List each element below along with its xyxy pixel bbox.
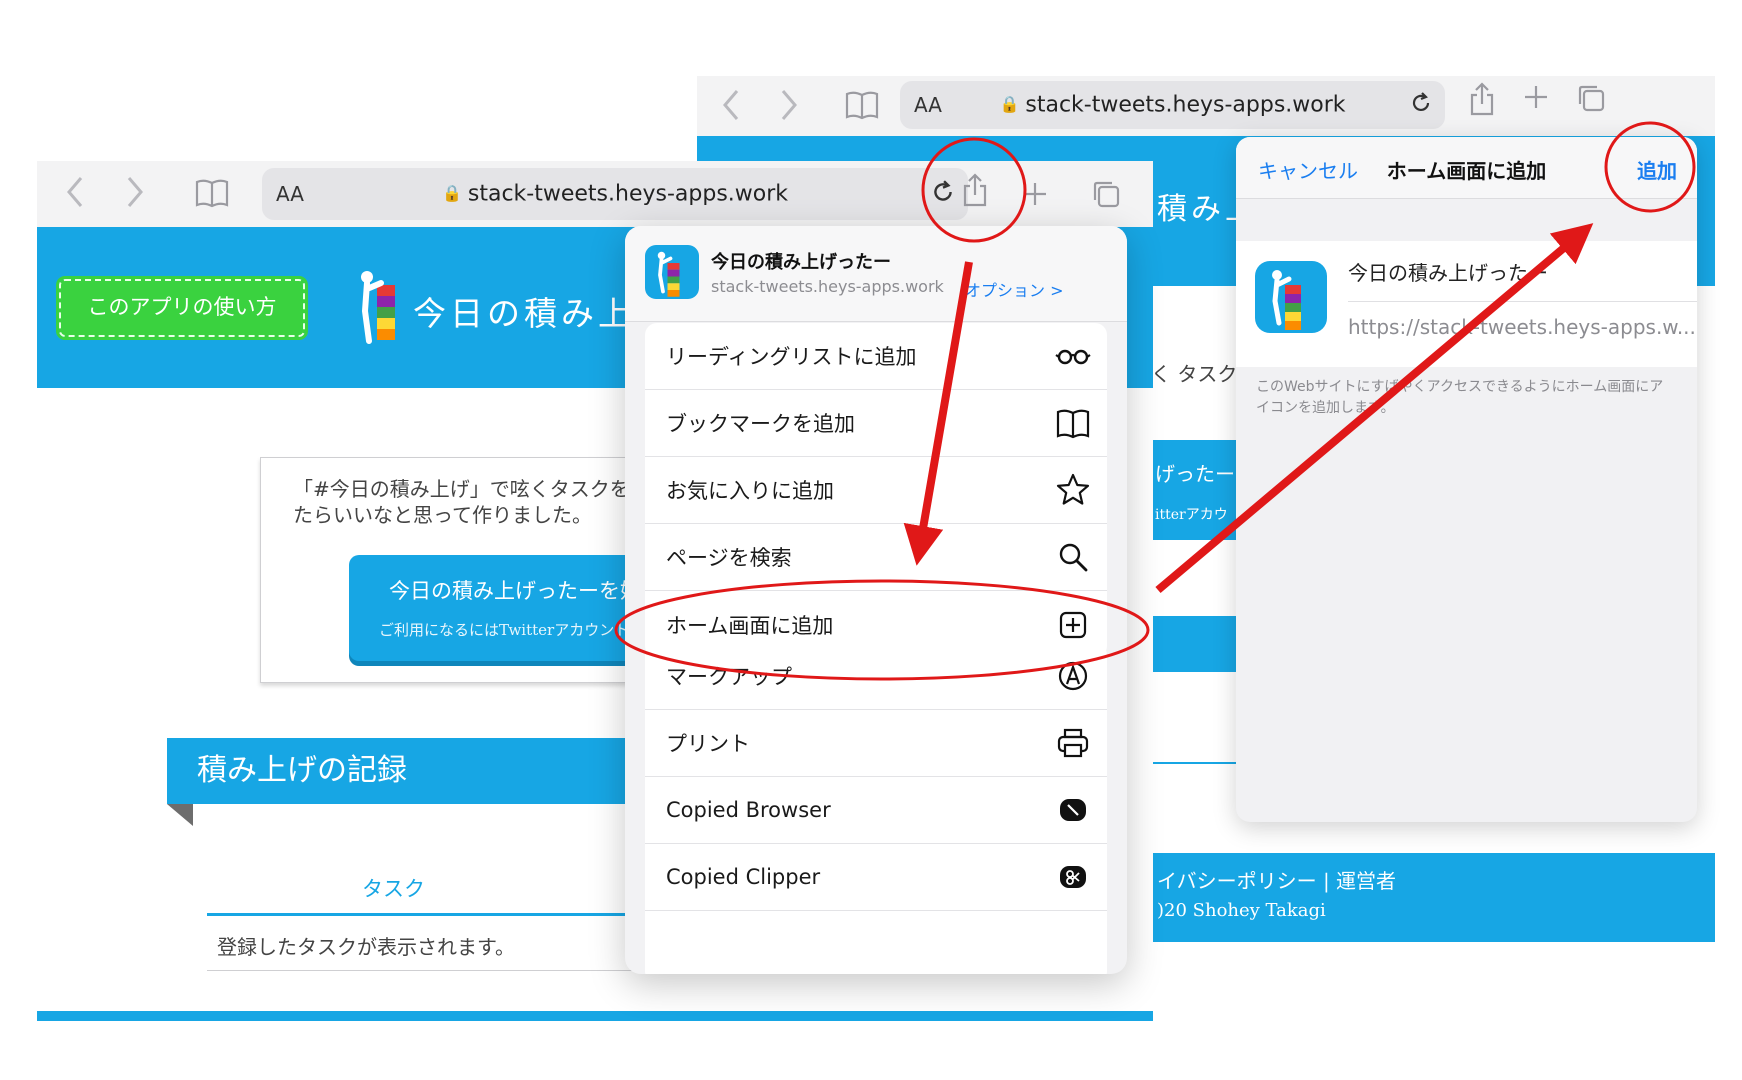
back-arrow-icon[interactable]: [721, 88, 741, 122]
markup-action[interactable]: マークアップ: [645, 643, 1107, 710]
reload-icon[interactable]: [1409, 91, 1433, 119]
back-arrow-icon[interactable]: [65, 175, 85, 209]
action-label: Copied Browser: [666, 798, 831, 822]
print-action[interactable]: プリント: [645, 710, 1107, 777]
back-section-fragment: [1151, 616, 1237, 672]
options-link[interactable]: オプション >: [965, 277, 1064, 301]
new-tab-plus-icon[interactable]: [1022, 181, 1048, 207]
front-toolbar: AA 🔒 stack-tweets.heys-apps.work: [37, 161, 1153, 227]
card-divider: [1348, 301, 1697, 302]
table-empty-message: 登録したタスクが表示されます。: [217, 935, 515, 959]
find-on-page-action[interactable]: ページを検索: [645, 524, 1107, 591]
footer-copyright: )20 Shohey Takagi: [1157, 900, 1326, 921]
search-icon: [1055, 539, 1091, 575]
more-action-partial[interactable]: [645, 911, 1107, 974]
add-to-home-dialog: キャンセル ホーム画面に追加 追加 今日の積み上げったー https://sta…: [1236, 137, 1697, 822]
action-label: マークアップ: [666, 665, 792, 689]
app-icon: [645, 245, 699, 299]
star-icon: [1055, 472, 1091, 508]
front-url-text: stack-tweets.heys-apps.work: [467, 181, 789, 207]
share-actions-group-1: リーディングリストに追加 ブックマークを追加 お気に入りに追加 ページを検索 ホ…: [645, 323, 1107, 658]
dialog-title: ホーム画面に追加: [1386, 159, 1547, 183]
action-label: ホーム画面に追加: [666, 613, 834, 638]
share-sheet-header: 今日の積み上げったー stack-tweets.heys-apps.work オ…: [625, 226, 1127, 322]
book-icon: [1055, 405, 1091, 441]
back-table-line: [1151, 762, 1237, 764]
app-name-field[interactable]: 今日の積み上げったー: [1348, 257, 1548, 286]
back-url-text: stack-tweets.heys-apps.work: [1025, 92, 1346, 118]
back-intro-fragment: く タスク: [1151, 362, 1238, 386]
forward-arrow-icon[interactable]: [779, 88, 799, 122]
records-section-title: 積み上げの記録: [167, 738, 687, 804]
lock-icon: 🔒: [999, 94, 1020, 114]
back-cta-fragment-box: げったー itterアカウ: [1151, 440, 1237, 540]
share-icon[interactable]: [962, 173, 988, 207]
copied-clipper-icon: [1055, 859, 1091, 895]
reload-icon[interactable]: [930, 179, 956, 209]
table-row-line: [207, 970, 687, 971]
glasses-icon: [1055, 338, 1091, 374]
action-label: ページを検索: [666, 546, 792, 570]
action-label: Copied Clipper: [666, 865, 821, 889]
action-label: リーディングリストに追加: [666, 345, 917, 369]
add-square-icon: [1055, 607, 1091, 643]
action-label: お気に入りに追加: [666, 479, 834, 503]
copied-browser-icon: [1055, 792, 1091, 828]
tabs-overview-icon[interactable]: [1577, 84, 1605, 112]
bookmarks-book-icon[interactable]: [845, 90, 879, 120]
howto-button[interactable]: このアプリの使い方: [56, 276, 308, 340]
banner-fold: [167, 804, 193, 826]
lock-icon: 🔒: [441, 183, 462, 203]
share-actions-group-2: マークアップ プリント Copied Browser Copied Clippe…: [645, 643, 1107, 974]
share-icon[interactable]: [1469, 82, 1495, 116]
back-cta-sub-fragment: itterアカウ: [1155, 507, 1228, 523]
dialog-note: このWebサイトにすばやくアクセスできるようにホーム画面にアイコンを追加します。: [1256, 379, 1664, 416]
app-preview-card: 今日の積み上げったー https://stack-tweets.heys-app…: [1236, 241, 1697, 367]
dialog-header: キャンセル ホーム画面に追加 追加: [1236, 137, 1697, 199]
copied-clipper-action[interactable]: Copied Clipper: [645, 844, 1107, 911]
action-label: ブックマークを追加: [666, 412, 855, 436]
share-page-url: stack-tweets.heys-apps.work: [711, 277, 944, 296]
forward-arrow-icon[interactable]: [125, 175, 145, 209]
share-page-title: 今日の積み上げったー: [711, 252, 891, 273]
new-tab-plus-icon[interactable]: [1523, 84, 1549, 110]
add-bookmark-action[interactable]: ブックマークを追加: [645, 390, 1107, 457]
markup-icon: [1055, 658, 1091, 694]
back-toolbar: AA 🔒 stack-tweets.heys-apps.work: [697, 76, 1715, 136]
printer-icon: [1055, 725, 1091, 761]
table-header-task: タスク: [362, 877, 425, 901]
copied-browser-action[interactable]: Copied Browser: [645, 777, 1107, 844]
site-logo: [355, 269, 403, 345]
back-cta-fragment: げったー: [1155, 462, 1235, 486]
footer-links: イバシーポリシー | 運営者: [1157, 869, 1397, 893]
app-icon: [1255, 261, 1327, 333]
share-sheet: 今日の積み上げったー stack-tweets.heys-apps.work オ…: [625, 226, 1127, 974]
back-url-bar[interactable]: AA 🔒 stack-tweets.heys-apps.work: [900, 81, 1445, 129]
page-bottom-bar: [37, 1011, 1153, 1021]
front-url-bar[interactable]: AA 🔒 stack-tweets.heys-apps.work: [262, 168, 968, 220]
table-header-line: [207, 913, 687, 916]
add-button[interactable]: 追加: [1637, 155, 1677, 184]
action-label: プリント: [666, 732, 750, 756]
bookmarks-book-icon[interactable]: [195, 178, 229, 208]
add-favorite-action[interactable]: お気に入りに追加: [645, 457, 1107, 524]
reading-list-action[interactable]: リーディングリストに追加: [645, 323, 1107, 390]
app-url-text: https://stack-tweets.heys-apps.w...: [1348, 315, 1696, 339]
tabs-overview-icon[interactable]: [1092, 180, 1120, 208]
